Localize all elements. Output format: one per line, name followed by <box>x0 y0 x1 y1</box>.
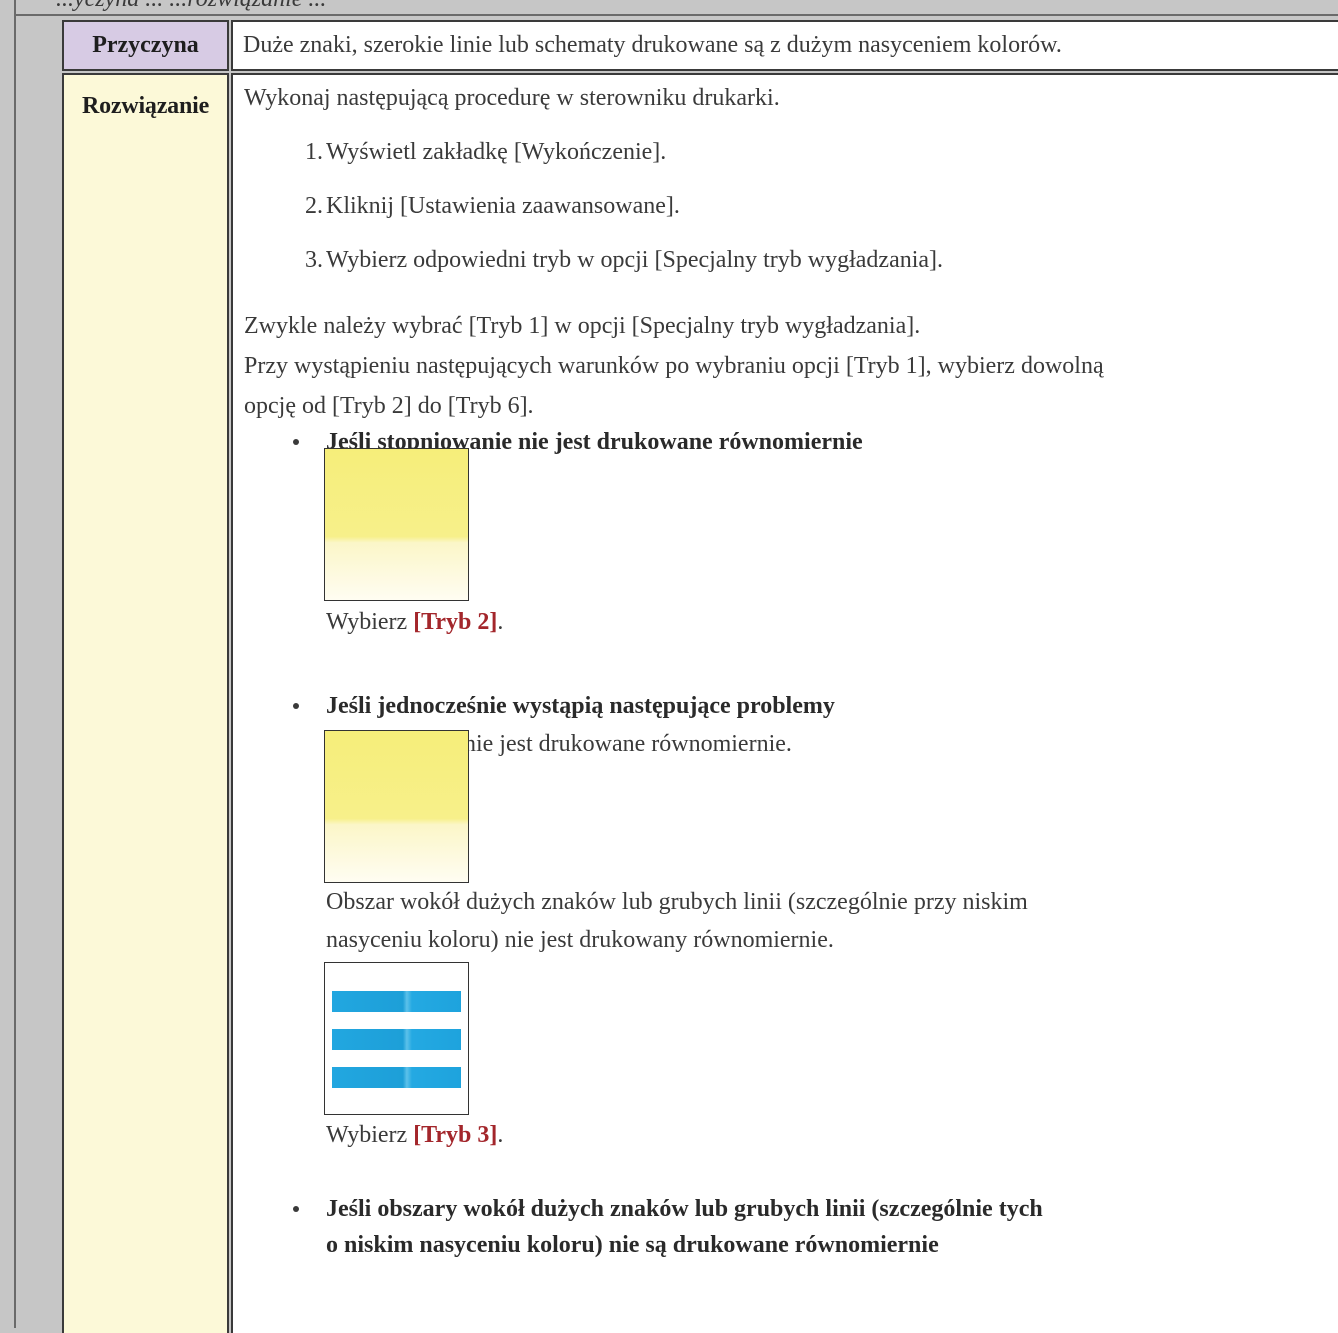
top-strip: ...yczyna ... ...rozwiązanie ... <box>16 0 1338 16</box>
cause-label: Przyczyna <box>62 20 229 71</box>
solution-label: Rozwiązanie <box>62 73 229 1333</box>
solution-body: Wykonaj następującą procedurę w sterowni… <box>231 73 1338 1333</box>
choose-mode-3: Wybierz [Tryb 3]. <box>326 1120 503 1150</box>
step-text: Wyświetl zakładkę [Wykończenie]. <box>326 139 667 165</box>
bullet-thick-lines-title-line1: Jeśli obszary wokół dużych znaków lub gr… <box>326 1196 1043 1222</box>
mode-3-label: [Tryb 3] <box>413 1122 498 1148</box>
choose-suffix: . <box>497 609 504 635</box>
bullet-combined-desc2-line2: nasyceniu koloru) nie jest drukowany rów… <box>326 927 834 953</box>
paragraph-conditions-line1: Przy wystąpieniu następujących warunków … <box>244 353 1104 379</box>
choose-prefix: Wybierz <box>326 1122 414 1148</box>
cause-text: Duże znaki, szerokie linie lub schematy … <box>231 20 1338 71</box>
partial-title: ...yczyna ... ...rozwiązanie ... <box>56 0 326 13</box>
bullet-combined-title: Jeśli jednocześnie wystąpią następujące … <box>326 693 835 719</box>
step-number: 1. <box>305 139 323 165</box>
step-number: 2. <box>305 193 323 219</box>
paragraph-usual-mode: Zwykle należy wybrać [Tryb 1] w opcji [S… <box>244 313 921 339</box>
bullet-dot <box>293 439 299 445</box>
choose-prefix: Wybierz <box>326 609 414 635</box>
choose-suffix: . <box>497 1122 504 1148</box>
cause-description: Duże znaki, szerokie linie lub schematy … <box>243 32 1062 58</box>
bullet-combined-desc2-line1: Obszar wokół dużych znaków lub grubych l… <box>326 889 1028 915</box>
mode-2-label: [Tryb 2] <box>413 609 498 635</box>
gradation-sample-image <box>324 730 469 883</box>
left-frame <box>0 0 16 1328</box>
solution-intro: Wykonaj następującą procedurę w sterowni… <box>244 85 780 111</box>
blue-line <box>332 991 461 1012</box>
step-text: Kliknij [Ustawienia zaawansowane]. <box>326 193 680 219</box>
gradation-sample-image <box>324 448 469 601</box>
step-number: 3. <box>305 247 323 273</box>
bullet-dot <box>293 1206 299 1212</box>
bullet-dot <box>293 703 299 709</box>
bullet-thick-lines-title-line2: o niskim nasyceniu koloru) nie są drukow… <box>326 1232 939 1258</box>
paragraph-conditions-line2: opcję od [Tryb 2] do [Tryb 6]. <box>244 393 534 419</box>
step-text: Wybierz odpowiedni tryb w opcji [Specjal… <box>326 247 944 273</box>
thick-lines-sample-image <box>324 962 469 1115</box>
blue-line <box>332 1067 461 1088</box>
choose-mode-2: Wybierz [Tryb 2]. <box>326 607 503 637</box>
blue-line <box>332 1029 461 1050</box>
